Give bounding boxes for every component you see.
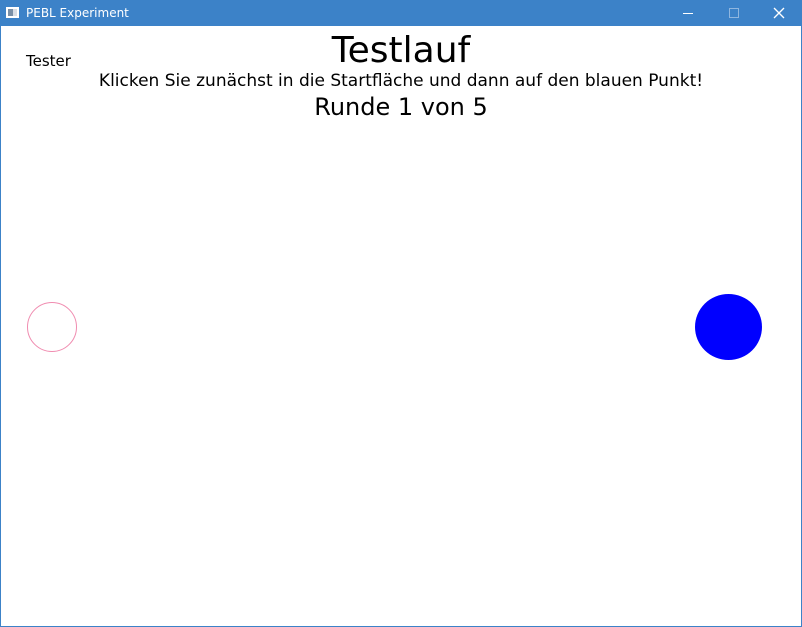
start-area-circle[interactable] <box>27 302 77 352</box>
window-title: PEBL Experiment <box>26 6 129 20</box>
app-window: PEBL Experiment Tester Testlauf Klicken … <box>0 0 802 627</box>
close-icon <box>773 7 785 19</box>
close-button[interactable] <box>756 1 802 26</box>
app-icon[interactable] <box>6 7 19 18</box>
instruction-text: Klicken Sie zunächst in die Startfläche … <box>98 71 704 91</box>
experiment-canvas[interactable]: Tester Testlauf Klicken Sie zunächst in … <box>1 26 801 626</box>
minimize-button[interactable] <box>665 1 711 26</box>
minimize-icon <box>683 13 693 14</box>
maximize-icon <box>729 8 739 18</box>
blue-target-dot[interactable] <box>695 294 762 360</box>
maximize-button[interactable] <box>711 1 757 26</box>
round-counter: Runde 1 von 5 <box>314 93 488 121</box>
title-bar[interactable]: PEBL Experiment <box>1 1 801 26</box>
page-title: Testlauf <box>331 30 471 71</box>
